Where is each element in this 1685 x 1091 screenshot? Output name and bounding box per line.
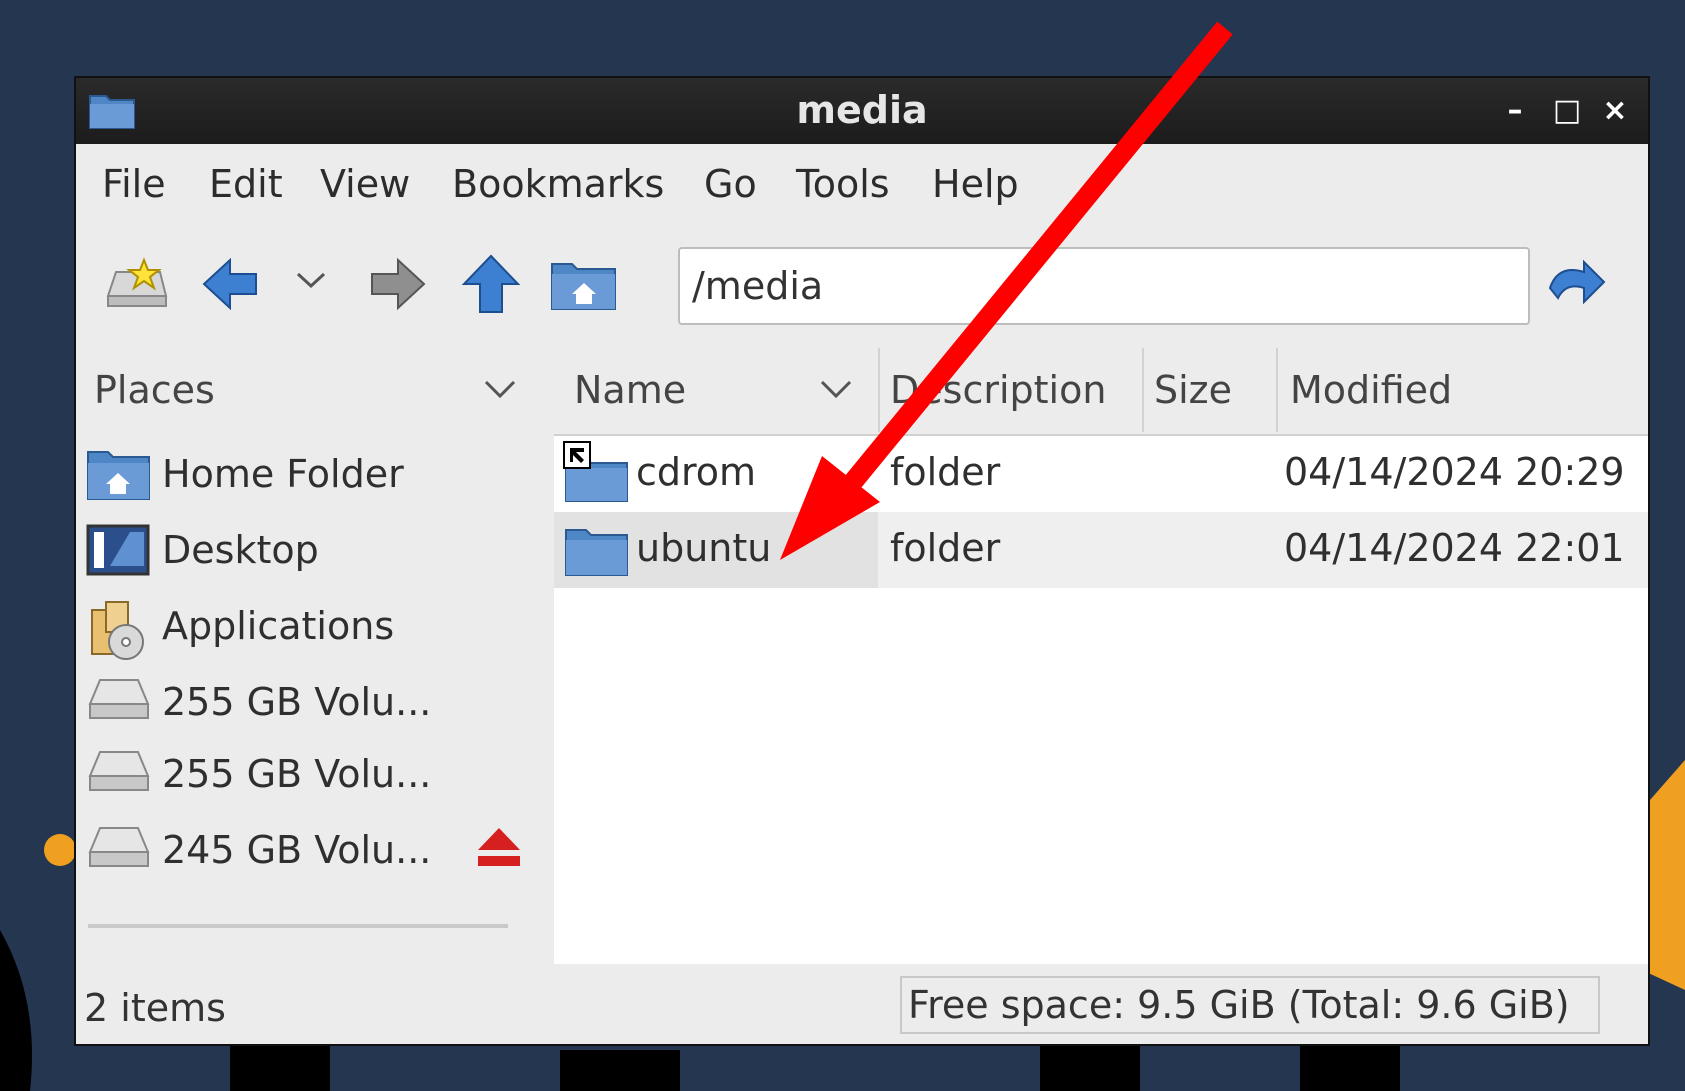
drive-icon bbox=[86, 746, 152, 800]
table-row[interactable]: ubuntu folder 04/14/2024 22:01 bbox=[554, 512, 1648, 588]
places-divider bbox=[88, 924, 508, 928]
place-applications[interactable]: Applications bbox=[86, 592, 526, 664]
menu-tools[interactable]: Tools bbox=[796, 162, 890, 206]
chevron-down-icon[interactable] bbox=[482, 368, 518, 412]
place-label: Applications bbox=[162, 604, 395, 648]
column-header-name[interactable]: Name bbox=[574, 368, 686, 412]
table-row[interactable]: cdrom folder 04/14/2024 20:29 bbox=[554, 436, 1648, 512]
places-header[interactable]: Places bbox=[78, 344, 538, 434]
status-bar: 2 items Free space: 9.5 GiB (Total: 9.6 … bbox=[76, 968, 1648, 1044]
column-separator[interactable] bbox=[878, 348, 880, 432]
item-count: 2 items bbox=[84, 986, 226, 1030]
menu-view[interactable]: View bbox=[320, 162, 410, 206]
home-folder-icon bbox=[86, 446, 152, 506]
toolbar bbox=[76, 224, 1648, 344]
file-name: ubuntu bbox=[636, 526, 772, 570]
menu-help[interactable]: Help bbox=[932, 162, 1019, 206]
menu-bar: File Edit View Bookmarks Go Tools Help bbox=[76, 144, 1648, 224]
places-title: Places bbox=[94, 368, 215, 412]
place-volume-3[interactable]: 245 GB Volu... bbox=[86, 816, 526, 888]
file-name: cdrom bbox=[636, 450, 757, 494]
eject-icon[interactable] bbox=[476, 824, 522, 872]
go-arrow-icon[interactable] bbox=[1544, 258, 1608, 318]
place-desktop[interactable]: Desktop bbox=[86, 516, 526, 588]
free-space: Free space: 9.5 GiB (Total: 9.6 GiB) bbox=[900, 976, 1600, 1034]
file-manager-window: media – □ × File Edit View Bookmarks Go … bbox=[74, 76, 1650, 1046]
place-label: 245 GB Volu... bbox=[162, 828, 432, 872]
chevron-down-icon[interactable] bbox=[818, 368, 854, 412]
column-header-description[interactable]: Description bbox=[890, 368, 1106, 412]
place-label: 255 GB Volu... bbox=[162, 680, 432, 724]
file-description: folder bbox=[890, 526, 1001, 570]
column-header-size[interactable]: Size bbox=[1154, 368, 1232, 412]
folder-icon bbox=[562, 522, 632, 584]
place-label: 255 GB Volu... bbox=[162, 752, 432, 796]
file-list: cdrom folder 04/14/2024 20:29 ubuntu fol… bbox=[554, 436, 1648, 964]
menu-bookmarks[interactable]: Bookmarks bbox=[452, 162, 664, 206]
place-label: Desktop bbox=[162, 528, 319, 572]
symlink-folder-icon bbox=[562, 440, 632, 510]
back-arrow-icon[interactable] bbox=[200, 254, 260, 318]
drive-icon bbox=[86, 822, 152, 876]
forward-arrow-icon[interactable] bbox=[368, 254, 428, 318]
desktop-icon bbox=[86, 522, 152, 582]
minimize-button[interactable]: – bbox=[1498, 94, 1532, 128]
file-modified: 04/14/2024 22:01 bbox=[1284, 526, 1625, 570]
places-list: Home Folder Desktop Applications 255 GB … bbox=[78, 434, 538, 964]
place-home-folder[interactable]: Home Folder bbox=[86, 440, 526, 512]
home-folder-icon[interactable] bbox=[550, 258, 618, 316]
window-title: media bbox=[796, 88, 928, 132]
column-separator[interactable] bbox=[1276, 348, 1278, 432]
places-pane: Places Home Folder Desktop Applications … bbox=[78, 344, 538, 964]
title-bar[interactable]: media – □ × bbox=[76, 78, 1648, 144]
up-arrow-icon[interactable] bbox=[460, 252, 522, 320]
menu-go[interactable]: Go bbox=[704, 162, 757, 206]
place-volume-2[interactable]: 255 GB Volu... bbox=[86, 740, 526, 812]
menu-edit[interactable]: Edit bbox=[209, 162, 283, 206]
path-input[interactable] bbox=[678, 247, 1530, 325]
file-modified: 04/14/2024 20:29 bbox=[1284, 450, 1625, 494]
column-header-modified[interactable]: Modified bbox=[1290, 368, 1452, 412]
column-headers: Name Description Size Modified bbox=[554, 344, 1648, 436]
new-tab-icon[interactable] bbox=[104, 256, 172, 316]
file-description: folder bbox=[890, 450, 1001, 494]
close-button[interactable]: × bbox=[1598, 94, 1632, 128]
applications-icon bbox=[86, 598, 152, 666]
place-volume-1[interactable]: 255 GB Volu... bbox=[86, 668, 526, 740]
file-list-pane: Name Description Size Modified cdrom fol… bbox=[554, 344, 1648, 964]
menu-file[interactable]: File bbox=[102, 162, 166, 206]
maximize-button[interactable]: □ bbox=[1550, 94, 1584, 128]
drive-icon bbox=[86, 674, 152, 728]
column-separator[interactable] bbox=[1142, 348, 1144, 432]
history-dropdown-icon[interactable] bbox=[294, 268, 328, 296]
place-label: Home Folder bbox=[162, 452, 404, 496]
